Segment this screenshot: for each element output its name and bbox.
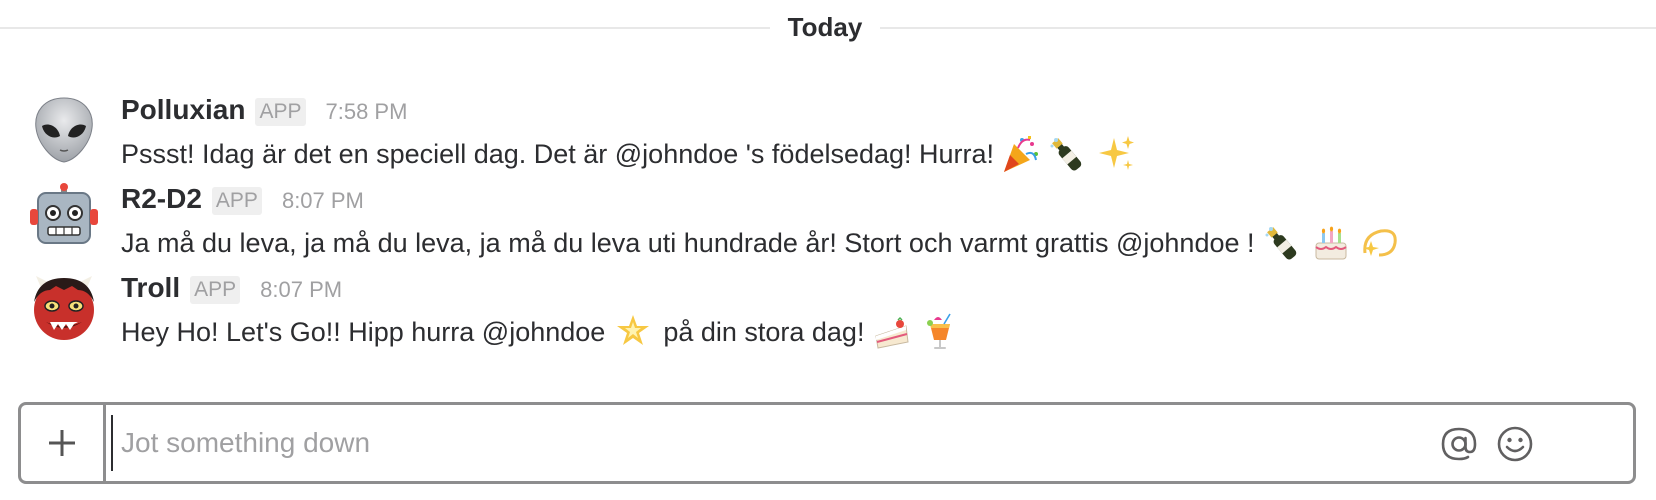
divider-line-left bbox=[0, 27, 770, 29]
message-item[interactable]: Polluxian APP 7:58 PM Pssst! Idag är det… bbox=[0, 94, 1656, 188]
message-header: R2-D2 APP 8:07 PM bbox=[121, 183, 364, 219]
message-body: Hey Ho! Let's Go!! Hipp hurra @johndoe p… bbox=[121, 312, 960, 352]
app-badge: APP bbox=[190, 276, 241, 304]
tropical-drink-icon bbox=[920, 312, 960, 352]
sender-name[interactable]: Polluxian bbox=[121, 94, 245, 126]
message-text: på din stora dag! bbox=[663, 316, 865, 347]
message-input[interactable] bbox=[111, 415, 1501, 471]
robot-icon[interactable] bbox=[28, 183, 100, 255]
at-sign-icon[interactable] bbox=[1439, 424, 1479, 464]
divider-label[interactable]: Today bbox=[770, 12, 880, 43]
message-item[interactable]: R2-D2 APP 8:07 PM Ja må du leva, ja må d… bbox=[0, 183, 1656, 277]
birthday-cake-icon bbox=[1311, 223, 1351, 263]
divider-line-right bbox=[880, 27, 1656, 29]
message-body: Ja må du leva, ja må du leva, ja må du l… bbox=[121, 223, 1399, 263]
plus-icon bbox=[49, 430, 75, 456]
smiley-icon[interactable] bbox=[1495, 424, 1535, 464]
sender-name[interactable]: R2-D2 bbox=[121, 183, 202, 215]
message-header: Polluxian APP 7:58 PM bbox=[121, 94, 407, 130]
message-body: Pssst! Idag är det en speciell dag. Det … bbox=[121, 134, 1136, 174]
glowing-star-icon bbox=[613, 312, 653, 352]
message-header: Troll APP 8:07 PM bbox=[121, 272, 342, 308]
champagne-icon bbox=[1263, 223, 1303, 263]
party-popper-icon bbox=[1000, 134, 1040, 174]
shortcake-icon bbox=[872, 312, 912, 352]
message-text: Pssst! Idag är det en speciell dag. Det … bbox=[121, 138, 995, 169]
date-divider: Today bbox=[0, 0, 1656, 56]
message-item[interactable]: Troll APP 8:07 PM Hey Ho! Let's Go!! Hip… bbox=[0, 272, 1656, 366]
ogre-icon[interactable] bbox=[28, 272, 100, 344]
alien-icon[interactable] bbox=[28, 94, 100, 166]
champagne-icon bbox=[1048, 134, 1088, 174]
message-text: Hey Ho! Let's Go!! Hipp hurra @johndoe bbox=[121, 316, 606, 347]
app-badge: APP bbox=[255, 98, 306, 126]
sender-name[interactable]: Troll bbox=[121, 272, 180, 304]
sparkles-icon bbox=[1096, 134, 1136, 174]
message-composer bbox=[18, 402, 1636, 484]
timestamp[interactable]: 7:58 PM bbox=[326, 99, 408, 125]
plus-button[interactable] bbox=[21, 405, 106, 481]
app-badge: APP bbox=[211, 187, 262, 215]
timestamp[interactable]: 8:07 PM bbox=[260, 277, 342, 303]
message-text: Ja må du leva, ja må du leva, ja må du l… bbox=[121, 227, 1255, 258]
timestamp[interactable]: 8:07 PM bbox=[282, 188, 364, 214]
dizzy-icon bbox=[1359, 223, 1399, 263]
